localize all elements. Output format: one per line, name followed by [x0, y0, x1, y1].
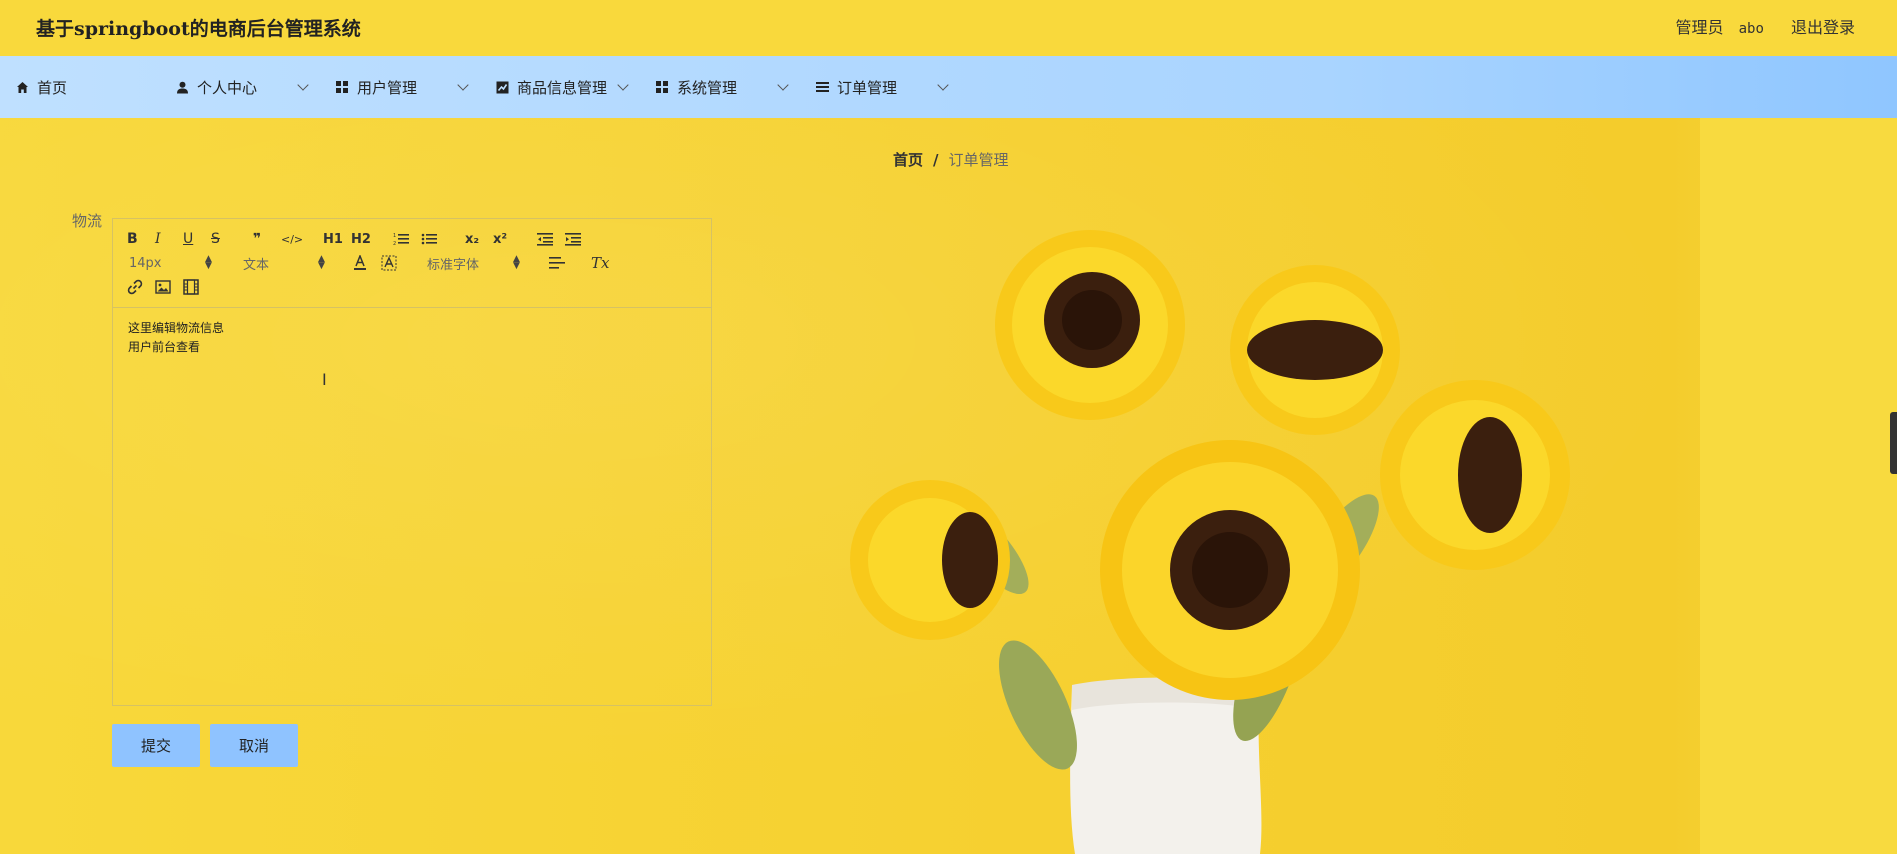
image-icon	[155, 280, 171, 294]
breadcrumb: 首页 / 订单管理	[893, 149, 1009, 170]
text-cursor-icon: I	[322, 370, 327, 389]
nav-item-home[interactable]: 首页	[15, 56, 67, 118]
chart-icon	[495, 80, 509, 94]
nav-label: 个人中心	[197, 78, 258, 97]
strike-button[interactable]: S	[211, 229, 220, 249]
breadcrumb-separator: /	[933, 151, 939, 169]
bullet-list-icon	[421, 233, 437, 245]
link-button[interactable]	[127, 277, 143, 297]
editor-line: 这里编辑物流信息	[128, 321, 225, 335]
nav-label: 商品信息管理	[517, 78, 608, 97]
logout-link[interactable]: 退出登录	[1791, 18, 1855, 37]
chevron-down-icon	[457, 79, 469, 91]
breadcrumb-current: 订单管理	[948, 151, 1009, 169]
svg-text:1: 1	[393, 233, 396, 239]
blockquote-button[interactable]: ❞	[253, 229, 261, 249]
image-button[interactable]	[155, 277, 171, 297]
user-icon	[175, 80, 189, 94]
nav-item-system-management[interactable]: 系统管理	[655, 56, 737, 118]
background-color-button[interactable]	[381, 253, 397, 273]
breadcrumb-home[interactable]: 首页	[893, 151, 923, 169]
select-arrows-icon: ▲ ▼	[205, 254, 212, 271]
chevron-down-icon	[297, 79, 309, 91]
video-icon	[183, 279, 199, 295]
username: abo	[1738, 21, 1764, 37]
logistics-label: 物流	[72, 212, 103, 230]
ordered-list-icon: 12	[393, 233, 409, 246]
font-family-select[interactable]: 标准字体	[427, 253, 479, 273]
sunflower	[1100, 440, 1360, 700]
ordered-list-button[interactable]: 12	[393, 229, 409, 249]
nav-item-order-management[interactable]: 订单管理	[815, 56, 897, 118]
header1-button[interactable]: H1	[323, 229, 343, 249]
user-role: 管理员	[1675, 18, 1724, 37]
select-arrows-icon: ▲ ▼	[513, 254, 520, 271]
sunflower-vase-image	[850, 230, 1570, 854]
chevron-down-icon	[937, 79, 949, 91]
indent-button[interactable]	[565, 229, 581, 249]
italic-button[interactable]: I	[155, 229, 161, 249]
link-icon	[127, 279, 143, 295]
align-button[interactable]	[549, 253, 565, 273]
sunflower	[1380, 380, 1570, 570]
sunflower	[1230, 265, 1400, 435]
align-left-icon	[549, 257, 565, 269]
list-icon	[815, 80, 829, 94]
code-block-button[interactable]: </>	[281, 229, 303, 249]
editor-line: 用户前台查看	[128, 340, 201, 354]
grid-icon	[335, 80, 349, 94]
chevron-down-icon	[617, 79, 629, 91]
submit-button[interactable]: 提交	[112, 724, 200, 767]
text-color-button[interactable]	[353, 253, 367, 273]
nav-item-user-management[interactable]: 用户管理	[335, 56, 417, 118]
nav-label: 订单管理	[837, 78, 898, 97]
grid-icon	[655, 80, 669, 94]
system-title: 基于springboot的电商后台管理系统	[36, 18, 361, 40]
font-size-select[interactable]: 14px	[129, 253, 162, 273]
chevron-down-icon	[777, 79, 789, 91]
svg-text:2: 2	[393, 241, 396, 246]
editor-content[interactable]: 这里编辑物流信息 用户前台查看	[128, 319, 224, 357]
clean-format-button[interactable]: Tx	[591, 253, 609, 273]
top-bar: 基于springboot的电商后台管理系统 管理员 abo 退出登录	[0, 0, 1897, 56]
outdent-icon	[537, 233, 553, 246]
video-button[interactable]	[183, 277, 199, 297]
sunflower	[995, 230, 1185, 420]
indent-icon	[565, 233, 581, 246]
text-color-icon	[354, 255, 366, 270]
sunflower	[850, 480, 1010, 640]
nav-item-product-management[interactable]: 商品信息管理	[495, 56, 607, 118]
nav-label: 首页	[37, 78, 68, 97]
cancel-button[interactable]: 取消	[210, 724, 298, 767]
editor-toolbar: B I U S ❞ </> H1 H2 12 x₂ x² 14px ▲ ▼ 文本 …	[113, 219, 711, 308]
outdent-button[interactable]	[537, 229, 553, 249]
user-area: 管理员 abo 退出登录	[1665, 14, 1855, 38]
nav-label: 用户管理	[357, 78, 418, 97]
background-panel-right	[1700, 118, 1897, 854]
nav-label: 系统管理	[677, 78, 738, 97]
superscript-button[interactable]: x²	[493, 229, 507, 249]
nav-item-profile[interactable]: 个人中心	[175, 56, 257, 118]
block-format-select[interactable]: 文本	[243, 253, 269, 273]
main-nav: 首页 个人中心 用户管理 商品信息管理 系统管理 订单管理	[0, 56, 1897, 118]
bold-button[interactable]: B	[127, 229, 138, 249]
scrollbar-handle[interactable]	[1890, 412, 1897, 474]
select-arrows-icon: ▲ ▼	[318, 254, 325, 271]
rich-text-editor: B I U S ❞ </> H1 H2 12 x₂ x² 14px ▲ ▼ 文本 …	[112, 218, 712, 706]
header2-button[interactable]: H2	[351, 229, 371, 249]
bullet-list-button[interactable]	[421, 229, 437, 249]
underline-button[interactable]: U	[183, 229, 193, 249]
background-color-icon	[381, 255, 397, 271]
subscript-button[interactable]: x₂	[465, 229, 479, 249]
home-icon	[15, 80, 29, 94]
